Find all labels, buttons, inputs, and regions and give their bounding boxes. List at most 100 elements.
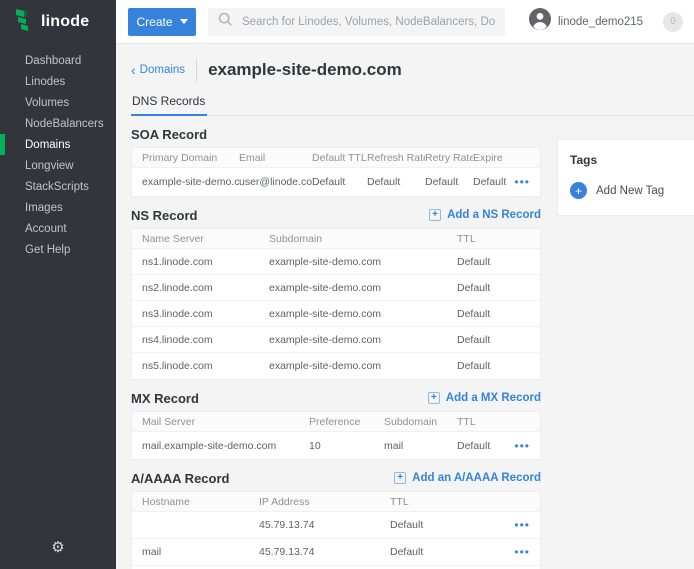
search-icon bbox=[218, 12, 233, 32]
sidebar-item-get-help[interactable]: Get Help bbox=[0, 239, 116, 260]
name-server-cell: ns4.linode.com bbox=[142, 334, 269, 346]
sidebar-item-label: Domains bbox=[25, 139, 70, 151]
name-server-cell: ns2.linode.com bbox=[142, 282, 269, 294]
column-header: TTL bbox=[457, 233, 530, 245]
a-table-header: Hostname IP Address TTL bbox=[132, 492, 540, 512]
email-cell: user@linode.com bbox=[239, 176, 312, 188]
name-server-cell: ns5.linode.com bbox=[142, 360, 269, 372]
column-header: IP Address bbox=[259, 496, 390, 508]
linode-logo[interactable]: linode bbox=[0, 0, 116, 44]
add-ns-record-button[interactable]: + Add a NS Record bbox=[429, 209, 541, 221]
action-menu-icon[interactable]: ••• bbox=[506, 176, 530, 188]
column-header: Hostname bbox=[142, 496, 259, 508]
add-mx-record-label: Add a MX Record bbox=[446, 392, 541, 404]
table-row: mail 45.79.13.74 Default ••• bbox=[132, 539, 540, 566]
ns-table: Name Server Subdomain TTL ns1.linode.com… bbox=[131, 228, 541, 380]
a-section-head: A/AAAA Record + Add an A/AAAA Record bbox=[131, 470, 541, 486]
ns-section-head: NS Record + Add a NS Record bbox=[131, 207, 541, 223]
mx-table: Mail Server Preference Subdomain TTL mai… bbox=[131, 411, 541, 460]
add-ns-record-label: Add a NS Record bbox=[447, 209, 541, 221]
sidebar-item-images[interactable]: Images bbox=[0, 197, 116, 218]
sidebar-item-nodebalancers[interactable]: NodeBalancers bbox=[0, 113, 116, 134]
ip-address-cell: 45.79.13.74 bbox=[259, 519, 390, 531]
soa-table-header: Primary Domain Email Default TTL Refresh… bbox=[132, 148, 540, 168]
ttl-cell: Default bbox=[457, 308, 530, 320]
sidebar-item-domains[interactable]: Domains bbox=[0, 134, 116, 155]
topbar: Create linode_demo215 0 bbox=[116, 0, 694, 44]
breadcrumb-divider bbox=[196, 58, 197, 82]
mx-record-section: MX Record + Add a MX Record Mail Server … bbox=[131, 390, 541, 460]
sidebar-item-linodes[interactable]: Linodes bbox=[0, 71, 116, 92]
sidebar-item-stackscripts[interactable]: StackScripts bbox=[0, 176, 116, 197]
column-header: Subdomain bbox=[384, 416, 457, 428]
add-a-record-button[interactable]: + Add an A/AAAA Record bbox=[394, 472, 541, 484]
table-row: 45.79.13.74 Default ••• bbox=[132, 512, 540, 539]
content-columns: SOA Record Primary Domain Email Default … bbox=[131, 116, 694, 569]
user-menu[interactable]: linode_demo215 bbox=[529, 8, 643, 35]
subdomain-cell: example-site-demo.com bbox=[269, 360, 457, 372]
action-menu-icon[interactable]: ••• bbox=[506, 440, 530, 452]
mx-section-title: MX Record bbox=[131, 391, 199, 406]
sidebar-item-label: Linodes bbox=[25, 76, 65, 88]
notification-count-badge[interactable]: 0 bbox=[663, 12, 683, 32]
refresh-rate-cell: Default bbox=[367, 176, 425, 188]
linode-logo-text: linode bbox=[41, 13, 89, 31]
ttl-cell: Default bbox=[457, 256, 530, 268]
tab-dns-records[interactable]: DNS Records bbox=[131, 94, 207, 116]
page-title: example-site-demo.com bbox=[208, 60, 402, 80]
primary-domain-cell: example-site-demo.com bbox=[142, 176, 239, 188]
subdomain-cell: example-site-demo.com bbox=[269, 256, 457, 268]
table-row: example-site-demo.com user@linode.com De… bbox=[132, 168, 540, 196]
sidebar-footer: ⚙ bbox=[0, 540, 116, 569]
breadcrumb-domains-link[interactable]: ‹ Domains bbox=[131, 63, 185, 77]
soa-section-title: SOA Record bbox=[131, 127, 207, 142]
ns-table-header: Name Server Subdomain TTL bbox=[132, 229, 540, 249]
default-ttl-cell: Default bbox=[312, 176, 367, 188]
subdomain-cell: example-site-demo.com bbox=[269, 282, 457, 294]
create-button-label: Create bbox=[136, 15, 172, 29]
breadcrumb: ‹ Domains example-site-demo.com bbox=[131, 58, 694, 82]
sidebar-item-account[interactable]: Account bbox=[0, 218, 116, 239]
tags-panel-title: Tags bbox=[570, 153, 694, 167]
settings-gear-icon[interactable]: ⚙ bbox=[51, 540, 64, 555]
action-menu-icon[interactable]: ••• bbox=[506, 519, 530, 531]
column-header: Refresh Rate bbox=[367, 152, 425, 164]
subdomain-cell: example-site-demo.com bbox=[269, 334, 457, 346]
column-header: TTL bbox=[457, 416, 506, 428]
content: ‹ Domains example-site-demo.com DNS Reco… bbox=[116, 44, 694, 569]
table-row: ns2.linode.com example-site-demo.com Def… bbox=[132, 275, 540, 301]
soa-section-head: SOA Record bbox=[131, 126, 541, 142]
sidebar-nav: Dashboard Linodes Volumes NodeBalancers … bbox=[0, 50, 116, 540]
preference-cell: 10 bbox=[309, 440, 384, 452]
column-header: Name Server bbox=[142, 233, 269, 245]
sidebar-item-label: Dashboard bbox=[25, 55, 81, 67]
column-header: Subdomain bbox=[269, 233, 457, 245]
add-mx-record-button[interactable]: + Add a MX Record bbox=[428, 392, 541, 404]
sidebar-item-longview[interactable]: Longview bbox=[0, 155, 116, 176]
add-plus-icon: + bbox=[394, 472, 406, 484]
sidebar-item-label: StackScripts bbox=[25, 181, 89, 193]
ns-record-section: NS Record + Add a NS Record Name Server … bbox=[131, 207, 541, 380]
retry-rate-cell: Default bbox=[425, 176, 473, 188]
ttl-cell: Default bbox=[457, 334, 530, 346]
a-section-title: A/AAAA Record bbox=[131, 471, 229, 486]
table-row: ns5.linode.com example-site-demo.com Def… bbox=[132, 353, 540, 379]
table-row: ns3.linode.com example-site-demo.com Def… bbox=[132, 301, 540, 327]
sidebar-item-label: Images bbox=[25, 202, 63, 214]
side-column: Tags + Add New Tag bbox=[557, 116, 694, 569]
sidebar-item-dashboard[interactable]: Dashboard bbox=[0, 50, 116, 71]
search-input[interactable] bbox=[242, 16, 495, 28]
linode-logo-icon bbox=[14, 8, 34, 37]
add-new-tag-label: Add New Tag bbox=[596, 185, 664, 197]
ttl-cell: Default bbox=[390, 519, 506, 531]
action-menu-icon[interactable]: ••• bbox=[506, 546, 530, 558]
add-new-tag-button[interactable]: + Add New Tag bbox=[570, 182, 694, 199]
name-server-cell: ns1.linode.com bbox=[142, 256, 269, 268]
sidebar-item-label: Longview bbox=[25, 160, 74, 172]
add-plus-icon: + bbox=[428, 392, 440, 404]
sidebar-item-volumes[interactable]: Volumes bbox=[0, 92, 116, 113]
a-record-section: A/AAAA Record + Add an A/AAAA Record Hos… bbox=[131, 470, 541, 569]
mx-section-head: MX Record + Add a MX Record bbox=[131, 390, 541, 406]
column-header: Preference bbox=[309, 416, 384, 428]
create-button[interactable]: Create bbox=[128, 8, 196, 36]
